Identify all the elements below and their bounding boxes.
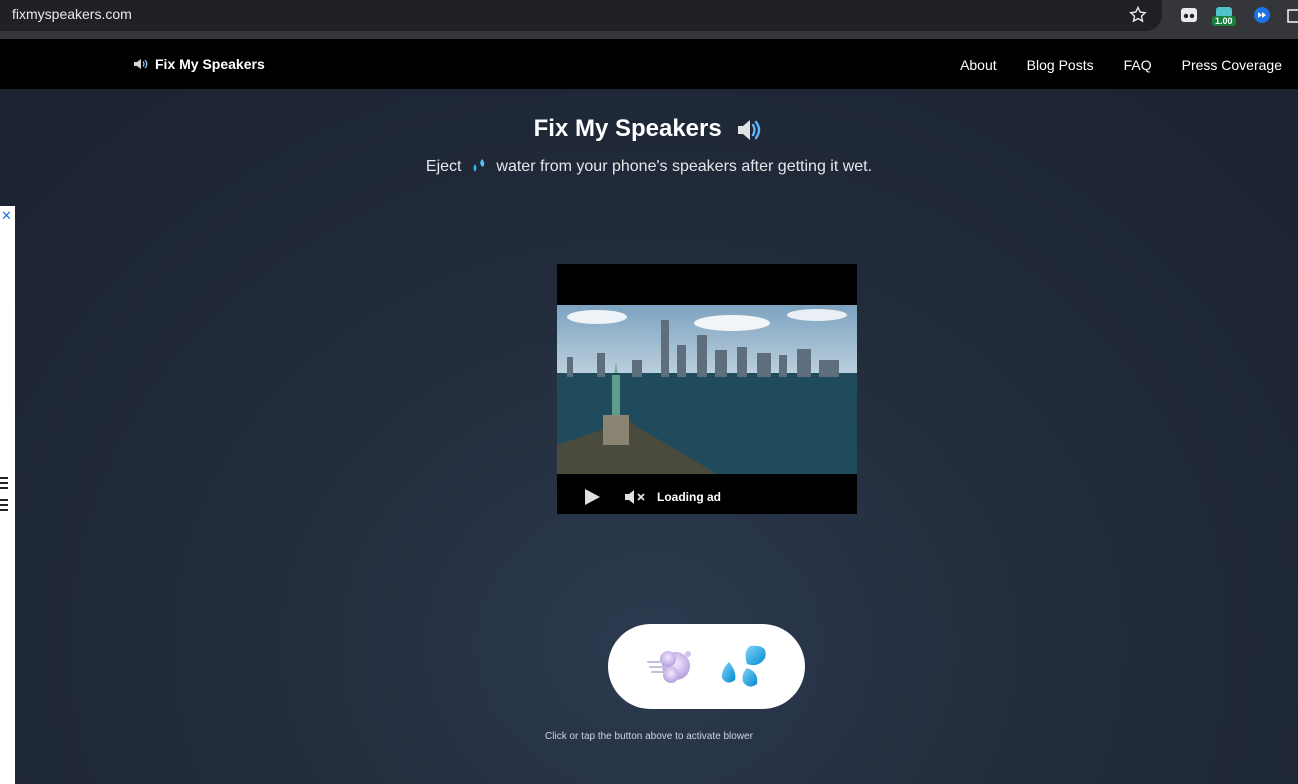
bookmark-star-icon[interactable] <box>1128 5 1148 25</box>
nav-link-press-coverage[interactable]: Press Coverage <box>1182 57 1282 73</box>
ad-loading-status: Loading ad <box>657 490 721 504</box>
blower-button[interactable] <box>608 624 805 709</box>
ad-menu-icon <box>0 477 8 514</box>
ad-close-icon[interactable]: ✕ <box>1 208 12 224</box>
address-bar[interactable]: fixmyspeakers.com <box>0 0 1162 31</box>
page-title: Fix My Speakers <box>0 115 1298 143</box>
water-drops-icon <box>473 159 485 172</box>
nav-link-about[interactable]: About <box>960 57 997 73</box>
subtitle-text-start: Eject <box>425 158 462 175</box>
url-text[interactable]: fixmyspeakers.com <box>12 6 132 22</box>
brand-name: Fix My Speakers <box>155 56 265 72</box>
video-thumbnail <box>557 305 857 474</box>
brand-link[interactable]: Fix My Speakers <box>133 56 265 72</box>
blower-hint: Click or tap the button above to activat… <box>545 731 753 742</box>
nav-links: About Blog Posts FAQ Press Coverage <box>960 57 1282 73</box>
extensions-puzzle-icon[interactable] <box>1286 5 1298 25</box>
site-navbar: Fix My Speakers About Blog Posts FAQ Pre… <box>0 39 1298 89</box>
video-ad-player[interactable]: Loading ad <box>557 264 857 514</box>
nav-link-blog-posts[interactable]: Blog Posts <box>1027 57 1094 73</box>
play-icon[interactable] <box>583 488 601 506</box>
extension-eyes-icon[interactable] <box>1179 5 1199 25</box>
mute-icon[interactable] <box>624 489 646 505</box>
subtitle-text-end: water from your phone's speakers after g… <box>496 158 873 175</box>
browser-toolbar: fixmyspeakers.com 1.00 <box>0 0 1298 39</box>
speaker-icon <box>134 59 148 69</box>
nav-link-faq[interactable]: FAQ <box>1124 57 1152 73</box>
extension-badge: 1.00 <box>1212 16 1236 26</box>
extension-forward-icon[interactable] <box>1252 5 1272 25</box>
page-title-text: Fix My Speakers <box>533 115 722 142</box>
side-ad-banner[interactable]: ✕ <box>0 206 15 784</box>
speaker-icon <box>738 119 761 140</box>
page-subtitle: Eject water from your phone's speakers a… <box>0 158 1298 176</box>
video-controls: Loading ad <box>557 474 857 514</box>
wind-blowing-icon <box>647 651 691 683</box>
water-drops-icon <box>721 645 766 687</box>
